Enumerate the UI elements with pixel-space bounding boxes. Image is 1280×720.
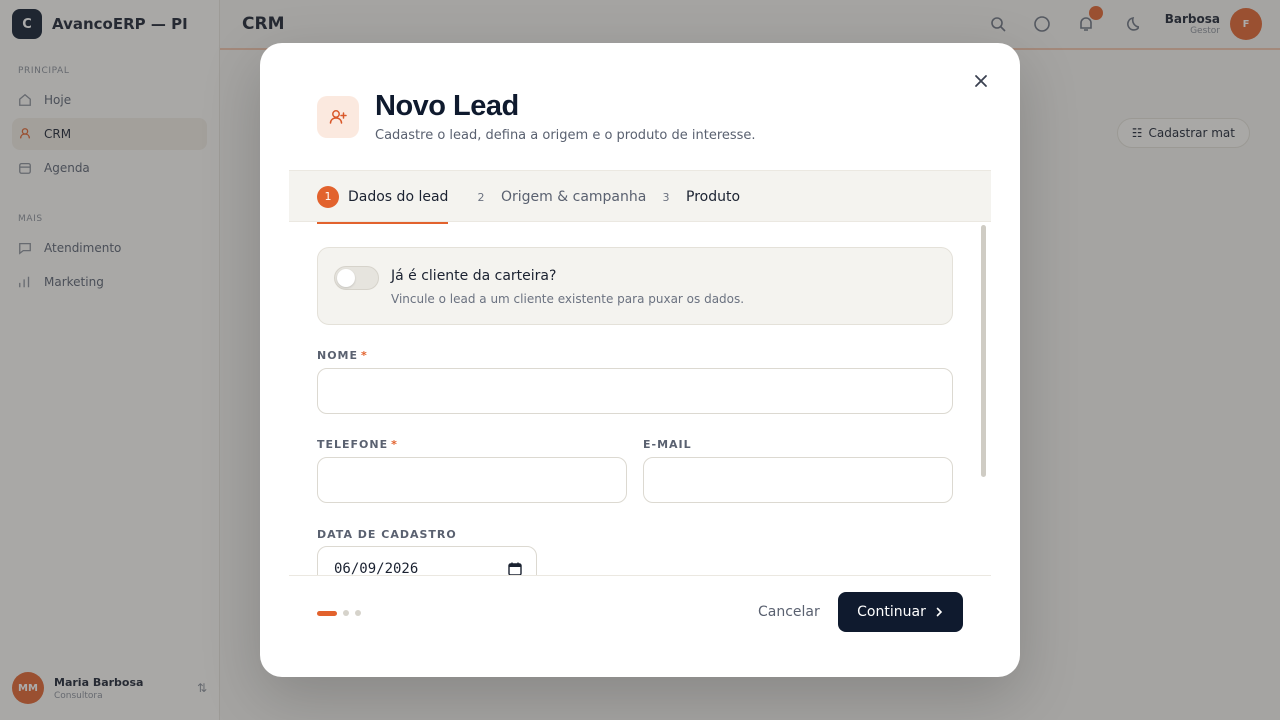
modal-footer: Cancelar Continuar [289,575,991,677]
cancel-button[interactable]: Cancelar [758,604,820,620]
required-marker: * [391,438,398,451]
nome-input[interactable] [317,368,953,414]
modal-subtitle: Cadastre o lead, defina a origem e o pro… [375,128,756,143]
nome-label: NOME * [317,349,368,362]
toggle-knob [337,269,355,287]
step-label: Origem & campanha [501,189,647,205]
existing-client-title: Já é cliente da carteira? [391,268,557,284]
existing-client-toggle[interactable] [334,266,379,290]
close-button[interactable] [971,72,991,92]
existing-client-description: Vincule o lead a um cliente existente pa… [391,292,745,306]
stepper: 1 Dados do lead 2 Origem & campanha 3 Pr… [289,170,991,224]
step-number: 2 [477,190,485,204]
data-cadastro-input[interactable]: 06/09/2026 [317,546,537,575]
step-origem-campanha[interactable]: 2 Origem & campanha [470,171,647,223]
progress-dot [355,610,361,616]
close-icon [974,73,988,92]
continue-button[interactable]: Continuar [838,592,963,632]
data-cadastro-label: DATA DE CADASTRO [317,528,457,541]
modal-scrollbar[interactable] [981,225,987,477]
step-dados-do-lead[interactable]: 1 Dados do lead [317,171,449,224]
step-number: 1 [317,185,339,208]
progress-dots [317,610,361,616]
progress-dot-active [317,610,337,616]
step-label: Produto [686,189,741,205]
chevron-right-icon [934,607,944,617]
modal-body: Já é cliente da carteira? Vincule o lead… [289,223,991,575]
new-lead-modal: Novo Lead Cadastre o lead, defina a orig… [260,43,1020,677]
required-marker: * [361,349,368,362]
continue-label: Continuar [857,604,926,620]
step-produto[interactable]: 3 Produto [655,171,741,223]
step-label: Dados do lead [348,188,449,205]
email-input[interactable] [643,457,953,503]
scrollbar-thumb[interactable] [981,225,986,477]
step-number: 3 [662,190,670,204]
telefone-input[interactable] [317,457,627,503]
existing-client-card: Já é cliente da carteira? Vincule o lead… [317,247,953,325]
date-value: 06/09/2026 [334,561,419,575]
email-label: E-MAIL [643,438,692,451]
telefone-label: TELEFONE * [317,438,398,451]
progress-dot [343,610,349,616]
user-plus-icon [317,96,359,138]
calendar-icon[interactable] [508,562,522,575]
modal-title: Novo Lead [375,90,519,122]
